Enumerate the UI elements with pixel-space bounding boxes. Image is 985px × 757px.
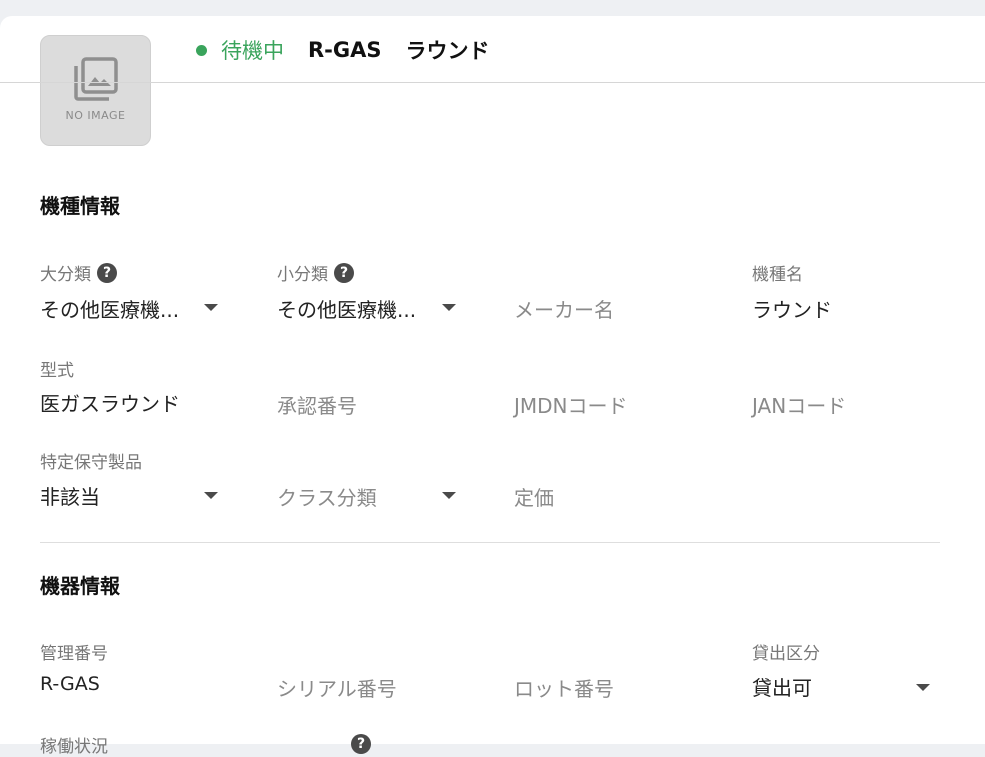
- class-dropdown-icon[interactable]: [442, 492, 456, 499]
- major-category-select[interactable]: その他医療機...: [40, 294, 179, 323]
- device-status-header: 待機中 R-GAS ラウンド: [196, 36, 490, 64]
- lending-category-label: 貸出区分: [752, 644, 820, 664]
- lending-category-dropdown-icon[interactable]: [916, 684, 930, 691]
- header-divider: [0, 82, 985, 83]
- class-select[interactable]: クラス分類: [277, 482, 377, 511]
- lot-number-field[interactable]: ロット番号: [514, 673, 614, 702]
- jmdn-code-field[interactable]: JMDNコード: [514, 390, 628, 419]
- list-price-field[interactable]: 定価: [514, 482, 554, 511]
- model-type-label: 型式: [40, 361, 74, 381]
- model-name-field[interactable]: ラウンド: [752, 294, 832, 323]
- major-category-label: 大分類 ?: [40, 260, 117, 285]
- specified-maintenance-dropdown-icon[interactable]: [204, 492, 218, 499]
- maker-name-field[interactable]: メーカー名: [514, 294, 614, 323]
- management-number-field[interactable]: R-GAS: [40, 673, 100, 695]
- minor-category-label: 小分類 ?: [277, 260, 354, 285]
- image-placeholder-icon: [74, 57, 118, 101]
- section-divider: [40, 542, 940, 543]
- device-detail-card: NO IMAGE 待機中 R-GAS ラウンド 機種情報 大分類 ? その他医療…: [0, 16, 985, 757]
- operating-status-help-icon[interactable]: ?: [351, 734, 371, 754]
- status-text: 待機中: [221, 39, 284, 63]
- status-dot-icon: [196, 44, 207, 56]
- management-number-label: 管理番号: [40, 644, 108, 664]
- section-title-model-info: 機種情報: [40, 194, 120, 218]
- serial-number-field[interactable]: シリアル番号: [277, 673, 397, 702]
- no-image-text: NO IMAGE: [65, 109, 126, 122]
- operating-status-label: 稼働状況: [40, 737, 108, 757]
- section-title-device-info: 機器情報: [40, 574, 120, 598]
- minor-category-dropdown-icon[interactable]: [442, 304, 456, 311]
- header-management-code: R-GAS: [308, 38, 382, 62]
- device-thumbnail[interactable]: NO IMAGE: [40, 35, 151, 146]
- specified-maintenance-label: 特定保守製品: [40, 453, 142, 473]
- approval-number-field[interactable]: 承認番号: [277, 390, 357, 419]
- minor-category-help-icon[interactable]: ?: [334, 262, 354, 283]
- minor-category-select[interactable]: その他医療機...: [277, 294, 416, 323]
- model-name-label: 機種名: [752, 265, 803, 285]
- lending-category-select[interactable]: 貸出可: [752, 672, 812, 701]
- header-model-name: ラウンド: [405, 39, 490, 63]
- major-category-help-icon[interactable]: ?: [97, 262, 117, 283]
- model-type-field[interactable]: 医ガスラウンド: [40, 388, 180, 417]
- specified-maintenance-select[interactable]: 非該当: [40, 481, 100, 510]
- major-category-dropdown-icon[interactable]: [204, 304, 218, 311]
- jan-code-field[interactable]: JANコード: [752, 390, 846, 419]
